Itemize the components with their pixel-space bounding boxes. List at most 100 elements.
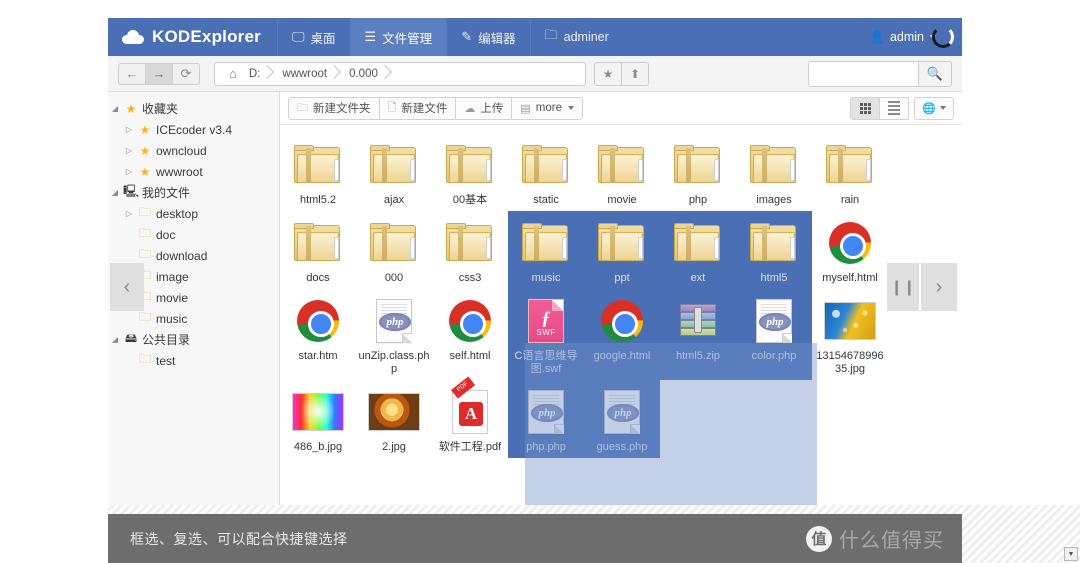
carousel-next-button[interactable]: › <box>921 263 957 311</box>
file-item-guess-php[interactable]: php guess.php <box>584 380 660 458</box>
favorite-star-icon[interactable]: ★ <box>594 61 622 86</box>
grid-view-button[interactable] <box>850 96 880 120</box>
file-item-ppt[interactable]: ppt <box>584 211 660 289</box>
sidebar-group-myfiles[interactable]: ◢ 🖳 我的文件 <box>108 182 279 203</box>
history-buttons: ← → ⟳ <box>118 62 200 85</box>
file-item-pdf[interactable]: PDF A 软件工程.pdf <box>432 376 508 458</box>
file-item-music[interactable]: music <box>508 211 584 289</box>
sidebar-item-icecoder[interactable]: ▷ ★ ICEcoder v3.4 <box>108 119 279 140</box>
nav-tab-file-manager[interactable]: ☰ 文件管理 <box>349 18 447 56</box>
file-item-php[interactable]: php <box>660 133 736 211</box>
sidebar-group-favorites[interactable]: ◢ ★ 收藏夹 <box>108 98 279 119</box>
file-item-myself-html[interactable]: myself.html <box>812 211 888 289</box>
watermark-logo-icon: 值 <box>806 525 832 552</box>
nav-tab-editor-label: 编辑器 <box>478 31 516 46</box>
file-item-static[interactable]: static <box>508 133 584 211</box>
folder-icon <box>750 217 798 269</box>
file-item-000[interactable]: 000 <box>356 211 432 289</box>
breadcrumb-item-wwwroot[interactable]: wwwroot <box>274 63 341 85</box>
file-grid: html5.2 ajax 00基本 static movie php image… <box>280 125 962 505</box>
file-item-images[interactable]: images <box>736 133 812 211</box>
upload-arrow-icon[interactable]: ⬆ <box>621 61 649 86</box>
more-button[interactable]: ▤ more <box>511 96 583 120</box>
file-name: images <box>756 194 792 206</box>
file-name: google.html <box>593 350 651 362</box>
file-item-star-htm[interactable]: star.htm <box>280 289 356 380</box>
file-item-2-jpg[interactable]: 2.jpg <box>356 380 432 458</box>
back-button[interactable]: ← <box>118 62 146 85</box>
image-thumbnail <box>824 295 876 347</box>
refresh-button[interactable]: ⟳ <box>172 62 200 85</box>
file-item-self-html[interactable]: self.html <box>432 289 508 380</box>
folder-icon <box>598 217 646 269</box>
sidebar-item-download-label: download <box>156 248 208 263</box>
view-options-button[interactable]: 🌐 <box>914 96 954 120</box>
collapse-arrow-icon[interactable]: ▷ <box>122 167 136 176</box>
forward-button[interactable]: → <box>145 62 173 85</box>
sidebar-group-public-label: 公共目录 <box>142 333 191 347</box>
breadcrumb[interactable]: ⌂ D: wwwroot 0.000 <box>214 61 586 86</box>
file-name: html5 <box>760 272 788 284</box>
sidebar-group-public[interactable]: ◢ 🖴 公共目录 <box>108 329 279 350</box>
search-icon[interactable]: 🔍 <box>918 60 952 87</box>
sidebar-item-wwwroot[interactable]: ▷ ★ wwwroot <box>108 161 279 182</box>
collapse-arrow-icon[interactable]: ▷ <box>122 146 136 155</box>
edit-icon: ✎ <box>461 29 473 44</box>
breadcrumb-item-time[interactable]: 0.000 <box>341 63 392 85</box>
file-item-movie[interactable]: movie <box>584 133 660 211</box>
sidebar-item-test[interactable]: 🗀 test <box>108 350 279 371</box>
collapse-arrow-icon[interactable]: ▷ <box>122 209 136 218</box>
folder-icon <box>294 217 342 269</box>
sidebar-item-desktop[interactable]: ▷ 🗀 desktop <box>108 203 279 224</box>
file-item-html5[interactable]: html5 <box>736 211 812 289</box>
file-name: 2.jpg <box>382 441 406 453</box>
file-name: docs <box>306 272 330 284</box>
file-item-php-php[interactable]: php php.php <box>508 380 584 458</box>
file-item-google-html[interactable]: google.html <box>584 289 660 380</box>
carousel-prev-button[interactable]: ‹ <box>110 263 144 311</box>
file-item-486-b-jpg[interactable]: 486_b.jpg <box>280 380 356 458</box>
file-item-ajax[interactable]: ajax <box>356 133 432 211</box>
sidebar-item-movie-label: movie <box>156 290 189 305</box>
watermark-text: 什么值得买 <box>839 530 944 552</box>
folder-icon <box>370 139 418 191</box>
sidebar-item-test-label: test <box>156 353 176 368</box>
scroll-down-button[interactable]: ▼ <box>1064 547 1078 561</box>
file-item-swf[interactable]: ƒ SWF C语言思维导图.swf <box>508 289 584 380</box>
breadcrumb-home[interactable]: ⌂ <box>221 63 241 85</box>
file-item-ext[interactable]: ext <box>660 211 736 289</box>
file-item-html5-2[interactable]: html5.2 <box>280 133 356 211</box>
file-item-unzip-class-php[interactable]: php unZip.class.php <box>356 289 432 380</box>
collapse-arrow-icon[interactable]: ▷ <box>122 125 136 134</box>
carousel-pause-button[interactable]: ❙❙ <box>887 263 919 311</box>
new-folder-button[interactable]: 🗀 新建文件夹 <box>288 96 380 120</box>
file-item-00basic[interactable]: 00基本 <box>432 133 508 211</box>
file-item-color-php[interactable]: php color.php <box>736 289 812 380</box>
nav-tab-desktop[interactable]: 🖵 桌面 <box>276 18 350 56</box>
file-item-html5-zip[interactable]: html5.zip <box>660 289 736 380</box>
upload-button[interactable]: ☁ 上传 <box>455 96 513 120</box>
sidebar-item-doc[interactable]: 🗀 doc <box>108 224 279 245</box>
more-label: more <box>535 102 562 114</box>
nav-tab-file-manager-label: 文件管理 <box>382 31 433 46</box>
list-icon <box>888 101 900 115</box>
file-item-css3[interactable]: css3 <box>432 211 508 289</box>
swf-file-icon: ƒ SWF <box>528 295 564 347</box>
file-item-rain[interactable]: rain <box>812 133 888 211</box>
folder-outline-icon: 🗀 <box>297 101 308 114</box>
file-item-jpg-1315467899635[interactable]: 1315467899635.jpg <box>812 289 888 380</box>
list-view-button[interactable] <box>879 96 909 120</box>
sidebar-item-music[interactable]: 🗀 music <box>108 308 279 329</box>
nav-tab-adminer[interactable]: 🗀 adminer <box>529 18 623 56</box>
breadcrumb-item-drive[interactable]: D: <box>241 63 275 85</box>
sidebar-item-owncloud[interactable]: ▷ ★ owncloud <box>108 140 279 161</box>
expand-arrow-icon[interactable]: ◢ <box>108 188 122 197</box>
upload-label: 上传 <box>480 103 504 115</box>
file-item-docs[interactable]: docs <box>280 211 356 289</box>
expand-arrow-icon[interactable]: ◢ <box>108 335 122 344</box>
expand-arrow-icon[interactable]: ◢ <box>108 104 122 113</box>
search-input[interactable] <box>808 60 918 87</box>
kodexplorer-window: KODExplorer 🖵 桌面 ☰ 文件管理 ✎ 编辑器 🗀 adminer … <box>108 18 962 505</box>
nav-tab-editor[interactable]: ✎ 编辑器 <box>446 18 529 56</box>
new-file-button[interactable]: 🗋 新建文件 <box>378 96 457 120</box>
